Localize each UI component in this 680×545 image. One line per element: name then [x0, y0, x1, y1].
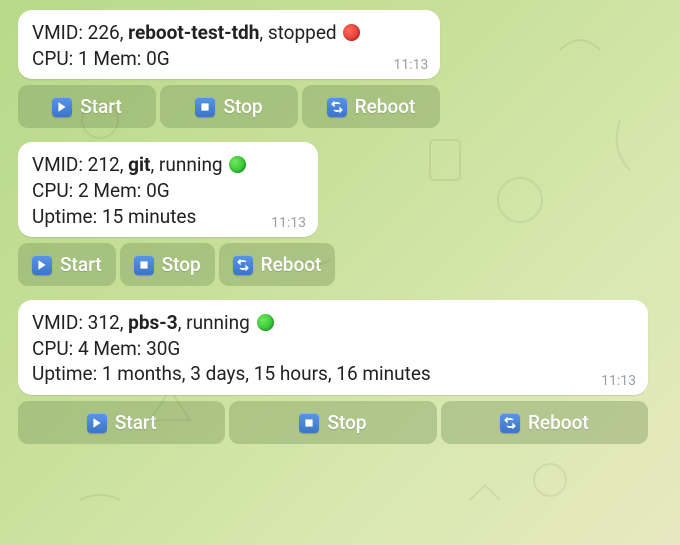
start-label: Start [115, 411, 157, 434]
reboot-label: Reboot [355, 95, 416, 118]
mem-value: 0G [146, 179, 170, 202]
reboot-button[interactable]: Reboot [219, 243, 336, 286]
start-button[interactable]: Start [18, 243, 116, 286]
vm-status: running [159, 153, 223, 176]
status-dot-icon [343, 24, 360, 41]
reboot-icon [327, 97, 347, 117]
reboot-icon [500, 413, 520, 433]
play-icon [52, 97, 72, 117]
vm-status: running [186, 311, 250, 334]
timestamp: 11:13 [601, 373, 636, 389]
timestamp: 11:13 [271, 215, 306, 231]
vmid-label: VMID: [32, 153, 83, 176]
button-row: Start Stop Reboot [18, 243, 335, 286]
mem-value: 0G [146, 47, 170, 70]
vm-message: VMID: 226, reboot-test-tdh, stopped CPU:… [18, 10, 440, 79]
stop-button[interactable]: Stop [160, 85, 298, 128]
uptime-value: 1 months, 3 days, 15 hours, 16 minutes [102, 362, 431, 385]
button-row: Start Stop Reboot [18, 401, 648, 444]
stop-label: Stop [327, 411, 366, 434]
uptime-value: 15 minutes [102, 205, 196, 228]
vm-message: VMID: 212, git, running CPU: 2 Mem: 0G U… [18, 142, 318, 237]
stop-label: Stop [162, 253, 201, 276]
stop-icon [195, 97, 215, 117]
play-icon [87, 413, 107, 433]
start-button[interactable]: Start [18, 401, 225, 444]
stop-icon [299, 413, 319, 433]
uptime-label: Uptime: [32, 362, 97, 385]
reboot-label: Reboot [261, 253, 322, 276]
stop-button[interactable]: Stop [229, 401, 436, 444]
vmid-value: 226 [88, 21, 120, 44]
status-dot-icon [257, 314, 274, 331]
stop-icon [134, 255, 154, 275]
vmid-label: VMID: [32, 311, 83, 334]
cpu-label: CPU: [32, 47, 73, 70]
cpu-label: CPU: [32, 337, 73, 360]
vm-name: reboot-test-tdh [128, 21, 259, 44]
mem-value: 30G [146, 337, 180, 360]
cpu-value: 2 [78, 179, 89, 202]
mem-label: Mem: [93, 47, 141, 70]
reboot-button[interactable]: Reboot [302, 85, 440, 128]
play-icon [32, 255, 52, 275]
mem-label: Mem: [93, 179, 141, 202]
reboot-label: Reboot [528, 411, 589, 434]
vmid-value: 212 [88, 153, 120, 176]
cpu-label: CPU: [32, 179, 73, 202]
vm-name: pbs-3 [128, 311, 178, 334]
vmid-value: 312 [88, 311, 120, 334]
cpu-value: 1 [78, 47, 89, 70]
vm-message: VMID: 312, pbs-3, running CPU: 4 Mem: 30… [18, 300, 648, 395]
reboot-button[interactable]: Reboot [441, 401, 648, 444]
uptime-label: Uptime: [32, 205, 97, 228]
vm-status: stopped [268, 21, 337, 44]
status-dot-icon [229, 156, 246, 173]
button-row: Start Stop Reboot [18, 85, 440, 128]
cpu-value: 4 [78, 337, 89, 360]
start-button[interactable]: Start [18, 85, 156, 128]
stop-label: Stop [223, 95, 262, 118]
vmid-label: VMID: [32, 21, 83, 44]
timestamp: 11:13 [394, 57, 429, 73]
start-label: Start [80, 95, 122, 118]
vm-name: git [128, 153, 150, 176]
mem-label: Mem: [93, 337, 141, 360]
stop-button[interactable]: Stop [120, 243, 215, 286]
reboot-icon [233, 255, 253, 275]
start-label: Start [60, 253, 102, 276]
